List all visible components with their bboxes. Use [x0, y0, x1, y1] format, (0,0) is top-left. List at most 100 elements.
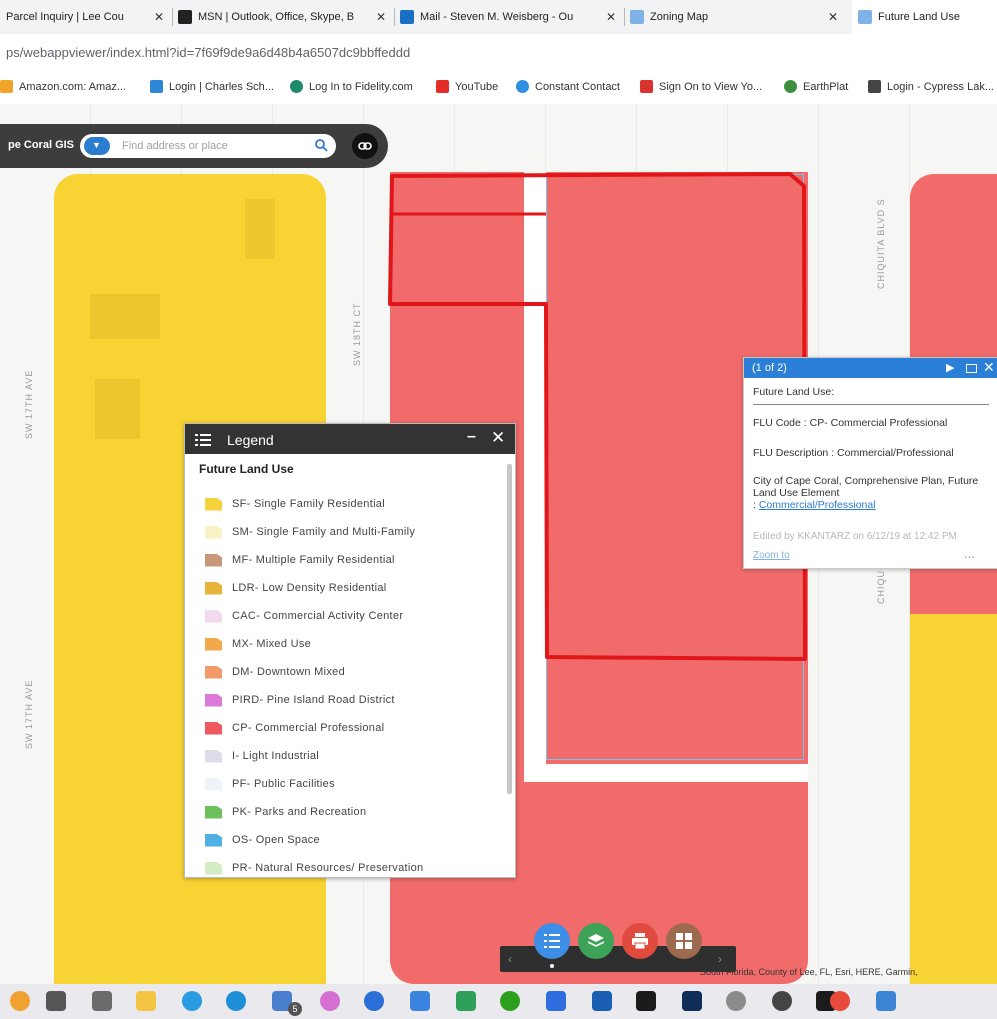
bookmark-label: Sign On to View Yo... [659, 80, 763, 93]
tab-label: Future Land Use [878, 11, 960, 23]
act-icon[interactable] [364, 991, 384, 1011]
app-icon[interactable] [320, 991, 340, 1011]
next-feature-icon[interactable]: ▶ [946, 361, 954, 374]
maximize-icon[interactable] [966, 364, 977, 373]
dropbox-icon[interactable] [546, 991, 566, 1011]
taskbar: 5 [0, 984, 997, 1019]
search-box[interactable]: ▼ [80, 134, 336, 158]
tab-parcel-inquiry[interactable]: Parcel Inquiry | Lee Cou ✕ [0, 0, 170, 34]
chrome-icon[interactable] [830, 991, 850, 1011]
popup-title: Future Land Use: [753, 386, 989, 405]
app-icon[interactable] [876, 991, 896, 1011]
quickbooks-icon[interactable] [500, 991, 520, 1011]
swatch-icon [205, 833, 222, 847]
photoshop-icon[interactable] [682, 991, 702, 1011]
basemap-widget-button[interactable] [666, 923, 702, 959]
bookmark-label: Amazon.com: Amaz... [19, 80, 126, 93]
close-icon[interactable]: ✕ [983, 359, 995, 376]
legend-item-label: DM- Downtown Mixed [232, 666, 345, 678]
print-widget-button[interactable] [622, 923, 658, 959]
menu-icon[interactable] [195, 433, 211, 451]
app-icon[interactable] [92, 991, 112, 1011]
map-app-icon [858, 10, 872, 24]
legend-item-label: PR- Natural Resources/ Preservation [232, 862, 424, 874]
edge-icon[interactable] [226, 991, 246, 1011]
file-explorer-icon[interactable] [136, 991, 156, 1011]
legend-item: CAC- Commercial Activity Center [205, 606, 403, 626]
street-label: SW 17TH AVE [24, 369, 34, 439]
swatch-icon [205, 665, 222, 679]
address-bar[interactable]: ps/webappviewer/index.html?id=7f69f9de9a… [0, 34, 997, 72]
bookmark-constant-contact[interactable]: Constant Contact [516, 80, 620, 93]
chevron-right-icon[interactable]: › [718, 952, 722, 966]
legend-item-label: PF- Public Facilities [232, 778, 335, 790]
bookmark-cypress-lake[interactable]: Login - Cypress Lak... [868, 80, 994, 93]
tab-mail[interactable]: Mail - Steven M. Weisberg - Ou ✕ [400, 0, 622, 34]
legend-item-label: SF- Single Family Residential [232, 498, 385, 510]
legend-item-label: I- Light Industrial [232, 750, 320, 762]
search-source-dropdown[interactable]: ▼ [84, 137, 110, 155]
zoom-to-link[interactable]: Zoom to [753, 550, 790, 561]
legend-item: PF- Public Facilities [205, 774, 335, 794]
app-icon[interactable] [636, 991, 656, 1011]
swatch-icon [205, 721, 222, 735]
internet-explorer-icon[interactable] [182, 991, 202, 1011]
close-icon[interactable]: ✕ [376, 10, 386, 24]
legend-widget-button[interactable] [534, 923, 570, 959]
swatch-icon [205, 693, 222, 707]
legend-scrollbar[interactable] [507, 464, 512, 794]
globe-icon[interactable] [726, 991, 746, 1011]
minimize-icon[interactable]: – [467, 428, 476, 446]
bookmark-fidelity[interactable]: Log In to Fidelity.com [290, 80, 413, 93]
bookmark-label: Constant Contact [535, 80, 620, 93]
street-label: SW 17TH AVE [24, 679, 34, 749]
excel-icon[interactable] [456, 991, 476, 1011]
flu-code: FLU Code : CP- Commercial Professional [753, 417, 948, 429]
teamviewer-icon[interactable] [592, 991, 612, 1011]
close-icon[interactable]: ✕ [491, 428, 505, 448]
app-icon[interactable] [410, 991, 430, 1011]
outlook-icon [400, 10, 414, 24]
tab-zoning-map[interactable]: Zoning Map ✕ [630, 0, 844, 34]
plan-link[interactable]: Commercial/Professional [759, 499, 876, 511]
bookmark-label: EarthPlat [803, 80, 849, 93]
search-icon[interactable] [314, 138, 328, 157]
tab-msn[interactable]: MSN | Outlook, Office, Skype, B ✕ [178, 0, 392, 34]
layers-icon [587, 934, 605, 947]
youtube-icon [436, 80, 449, 93]
bookmark-earthplat[interactable]: EarthPlat [784, 80, 848, 93]
close-icon[interactable]: ✕ [606, 10, 616, 24]
tab-future-land-use[interactable]: Future Land Use [852, 0, 997, 34]
weather-icon[interactable] [10, 991, 30, 1011]
legend-item-label: LDR- Low Density Residential [232, 582, 387, 594]
share-link-button[interactable] [352, 133, 378, 159]
legend-item: PIRD- Pine Island Road District [205, 690, 395, 710]
swatch-icon [205, 609, 222, 623]
legend-item-label: SM- Single Family and Multi-Family [232, 526, 416, 538]
building-icon [868, 80, 881, 93]
close-icon[interactable]: ✕ [828, 10, 838, 24]
bookmark-youtube[interactable]: YouTube [436, 80, 498, 93]
map-app-icon [630, 10, 644, 24]
url-text[interactable]: ps/webappviewer/index.html?id=7f69f9de9a… [6, 45, 410, 60]
edited-info: Edited by KKANTARZ on 6/12/19 at 12:42 P… [753, 531, 957, 542]
chevron-down-icon: ▼ [92, 140, 101, 150]
app-icon[interactable] [772, 991, 792, 1011]
chevron-left-icon[interactable]: ‹ [508, 952, 512, 966]
bookmark-sign-on[interactable]: Sign On to View Yo... [640, 80, 762, 93]
search-input[interactable] [122, 138, 302, 154]
legend-item: CP- Commercial Professional [205, 718, 384, 738]
close-icon[interactable]: ✕ [154, 10, 164, 24]
bank-icon [640, 80, 653, 93]
bookmark-schwab[interactable]: Login | Charles Sch... [150, 80, 274, 93]
popup-body: Future Land Use: FLU Code : CP- Commerci… [753, 386, 989, 511]
legend-item: SM- Single Family and Multi-Family [205, 522, 415, 542]
bookmark-amazon[interactable]: Amazon.com: Amaz... [0, 80, 126, 93]
list-icon [544, 934, 560, 948]
legend-item-label: CAC- Commercial Activity Center [232, 610, 404, 622]
swatch-icon [205, 497, 222, 511]
more-actions-icon[interactable]: ... [964, 546, 975, 561]
amazon-icon [0, 80, 13, 93]
layer-list-widget-button[interactable] [578, 923, 614, 959]
task-view-icon[interactable] [46, 991, 66, 1011]
